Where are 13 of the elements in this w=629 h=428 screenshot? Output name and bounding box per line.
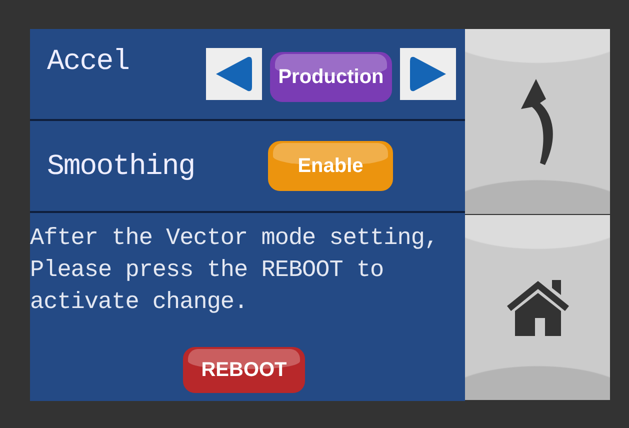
- setting-label: Smoothing: [47, 150, 196, 182]
- right-triangle-icon: [408, 54, 448, 94]
- reboot-button[interactable]: REBOOT: [183, 347, 305, 393]
- home-icon: [504, 278, 570, 338]
- previous-button[interactable]: [206, 48, 262, 100]
- mode-button[interactable]: Production: [270, 52, 392, 102]
- back-button[interactable]: [465, 29, 610, 214]
- home-button[interactable]: [465, 215, 610, 400]
- left-triangle-icon: [214, 54, 254, 94]
- setting-label: Accel: [47, 45, 130, 78]
- next-button[interactable]: [400, 48, 456, 100]
- notice-text: After the Vector mode setting, Please press the REBOOT to activate change.: [30, 224, 440, 318]
- curved-arrow-icon: [520, 78, 556, 164]
